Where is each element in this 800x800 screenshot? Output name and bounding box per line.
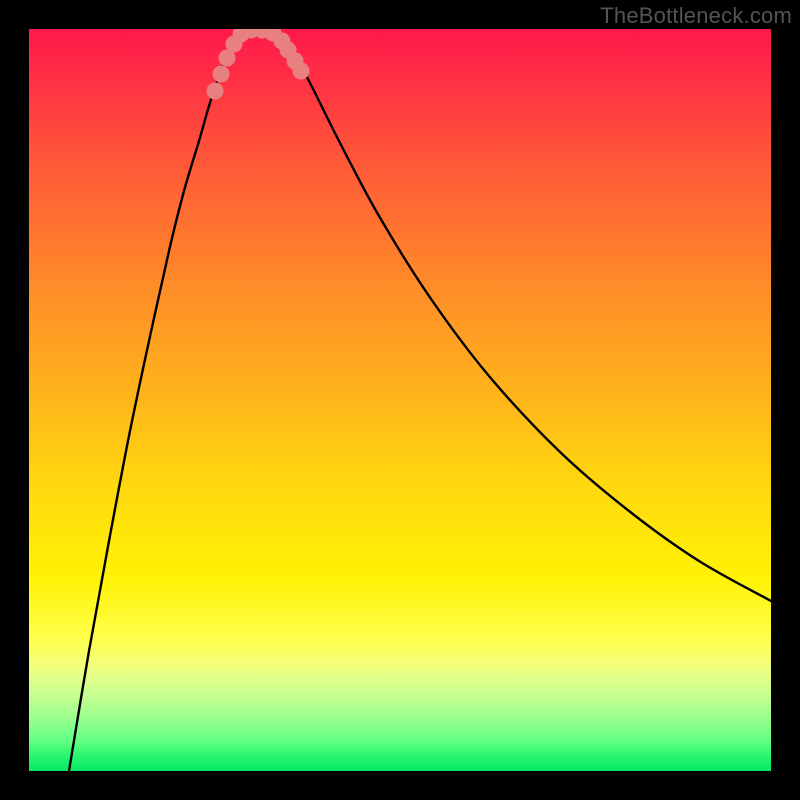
plot-area: [29, 29, 771, 771]
watermark-text: TheBottleneck.com: [600, 3, 792, 29]
highlight-markers: [207, 29, 310, 100]
chart-container: TheBottleneck.com: [0, 0, 800, 800]
highlight-dot: [293, 63, 310, 80]
curve-line: [69, 29, 771, 771]
highlight-dot: [213, 66, 230, 83]
highlight-dot: [207, 83, 224, 100]
chart-svg: [29, 29, 771, 771]
